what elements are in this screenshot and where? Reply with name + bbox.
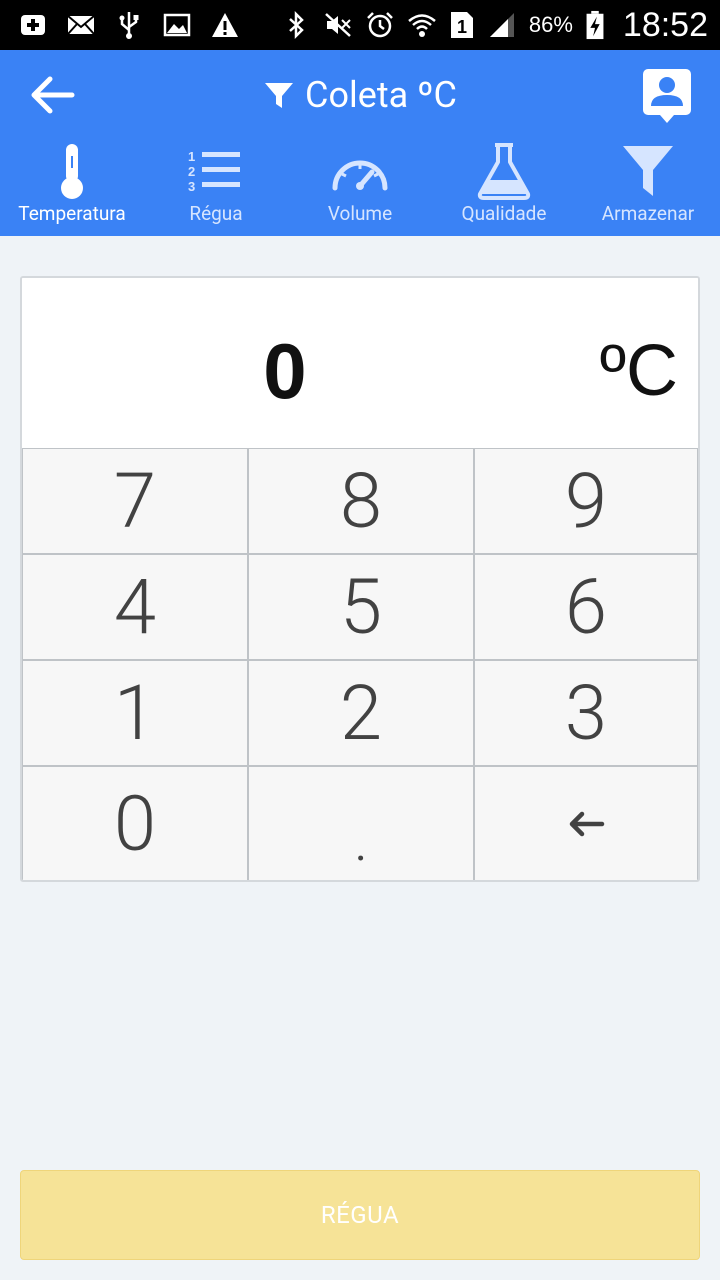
tab-temperatura[interactable]: Temperatura: [0, 140, 144, 236]
svg-text:2: 2: [188, 164, 195, 179]
next-regua-button[interactable]: RÉGUA: [20, 1170, 700, 1260]
tab-label: Armazenar: [601, 202, 695, 225]
key-7[interactable]: 7: [22, 448, 248, 554]
key-3[interactable]: 3: [474, 660, 698, 766]
signal-icon: [487, 10, 517, 40]
svg-text:1: 1: [457, 17, 467, 37]
value-display: 0 ºC: [22, 278, 698, 448]
key-0[interactable]: 0: [22, 766, 248, 880]
page-title-text: Coleta ºC: [305, 74, 457, 116]
mute-icon: [323, 10, 353, 40]
key-8[interactable]: 8: [248, 448, 474, 554]
battery-percent: 86%: [528, 12, 573, 37]
sim-icon: 1: [449, 10, 475, 40]
filter-icon: [265, 83, 294, 108]
warning-icon: [210, 10, 240, 40]
page-title: Coleta ºC: [0, 50, 720, 140]
clock: 18:52: [622, 5, 708, 44]
key-6[interactable]: 6: [474, 554, 698, 660]
profile-button[interactable]: [642, 68, 692, 124]
key-1[interactable]: 1: [22, 660, 248, 766]
tab-qualidade[interactable]: Qualidade: [432, 140, 576, 236]
tab-volume[interactable]: Volume: [288, 140, 432, 236]
key-9[interactable]: 9: [474, 448, 698, 554]
key-backspace[interactable]: [474, 766, 698, 880]
wifi-icon: [407, 10, 437, 40]
tab-label: Volume: [327, 202, 393, 225]
app-bar: Coleta ºC Temperatura 123 Régua Volume Q…: [0, 50, 720, 236]
tab-label: Régua: [189, 202, 243, 225]
filter-icon: [618, 142, 678, 200]
tab-bar: Temperatura 123 Régua Volume Qualidade A…: [0, 140, 720, 236]
thermometer-icon: [42, 142, 102, 200]
svg-text:1: 1: [188, 149, 195, 164]
key-4[interactable]: 4: [22, 554, 248, 660]
key-decimal-point[interactable]: .: [248, 766, 474, 880]
backspace-arrow-icon: [569, 811, 605, 837]
tab-armazenar[interactable]: Armazenar: [576, 140, 720, 236]
status-bar: 1 86% 18:52: [0, 0, 720, 50]
tab-label: Qualidade: [461, 202, 547, 225]
svg-text:3: 3: [188, 179, 195, 194]
numbered-list-icon: 123: [186, 142, 246, 200]
toolbar: Coleta ºC: [0, 50, 720, 140]
numeric-keypad: 7 8 9 4 5 6 1 2 3 0 .: [22, 448, 698, 880]
temperature-keypad-card: 0 ºC 7 8 9 4 5 6 1 2 3 0 .: [20, 276, 700, 882]
status-notifications: [18, 10, 240, 40]
key-5[interactable]: 5: [248, 554, 474, 660]
usb-icon: [114, 10, 144, 40]
back-button[interactable]: [22, 70, 82, 120]
alarm-icon: [365, 10, 395, 40]
flask-icon: [474, 142, 534, 200]
add-notification-icon: [18, 10, 48, 40]
gauge-icon: [330, 142, 390, 200]
battery-charging-icon: [585, 10, 605, 40]
status-system: 1 86% 18:52: [281, 6, 708, 45]
mail-icon: [66, 10, 96, 40]
display-value: 0: [263, 327, 307, 415]
tab-regua[interactable]: 123 Régua: [144, 140, 288, 236]
user-icon: [643, 69, 691, 123]
image-icon: [162, 10, 192, 40]
tab-label: Temperatura: [18, 202, 126, 225]
display-unit: ºC: [599, 331, 678, 411]
arrow-left-icon: [31, 76, 75, 114]
key-2[interactable]: 2: [248, 660, 474, 766]
bluetooth-icon: [281, 10, 311, 40]
